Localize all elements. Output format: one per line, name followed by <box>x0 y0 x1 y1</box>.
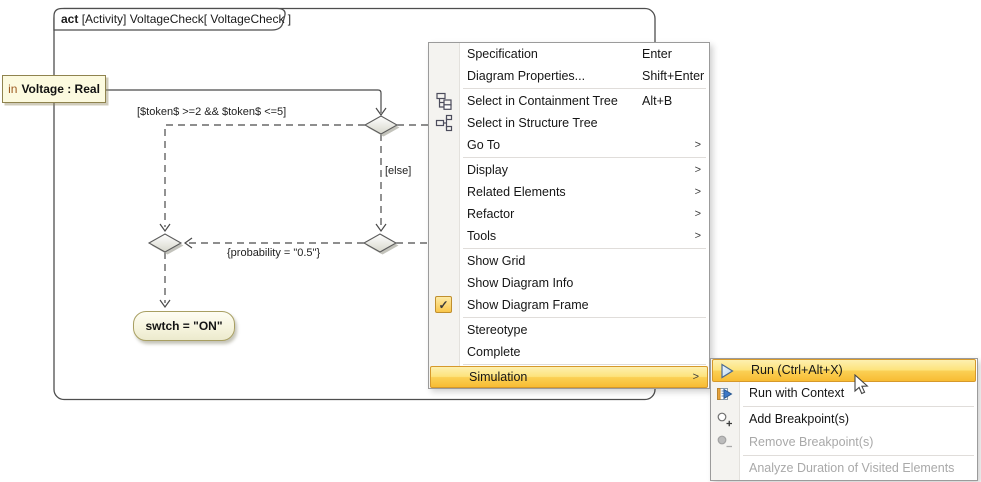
screenshot-root: act [Activity] VoltageCheck[ VoltageChec… <box>0 0 981 482</box>
activity-parameter-node[interactable]: in Voltage : Real <box>2 75 106 103</box>
menu-item-shortcut: Enter <box>642 43 672 65</box>
mouse-cursor <box>852 374 872 398</box>
menu-item-label: Add Breakpoint(s) <box>749 408 849 431</box>
menu-item-label: Related Elements <box>467 181 566 203</box>
submenu-item-analyze-duration: Analyze Duration of Visited Elements <box>711 457 977 480</box>
menu-item-label: Go To <box>467 134 500 156</box>
submenu-item-add-breakpoint[interactable]: Add Breakpoint(s) <box>711 408 977 431</box>
submenu-arrow-icon: > <box>693 367 699 387</box>
containment-tree-icon <box>435 92 453 110</box>
action-node[interactable]: swtch = "ON" <box>133 311 235 341</box>
diagram-tab-label: act [Activity] VoltageCheck[ VoltageChec… <box>61 12 291 26</box>
control-flow-edges[interactable] <box>165 125 429 303</box>
checked-checkmark-icon: ✓ <box>435 296 452 313</box>
menu-separator <box>743 406 974 407</box>
context-menu: Specification Enter Diagram Properties..… <box>428 42 710 389</box>
menu-item-label: Show Diagram Frame <box>467 294 589 316</box>
parameter-name: Voltage : Real <box>21 82 99 96</box>
menu-item-label: Analyze Duration of Visited Elements <box>749 457 954 480</box>
submenu-arrow-icon: > <box>695 181 701 203</box>
menu-item-label: Select in Containment Tree <box>467 90 618 112</box>
menu-item-label: Specification <box>467 43 538 65</box>
menu-item-tools[interactable]: Tools > <box>429 225 709 247</box>
menu-item-label: Refactor <box>467 203 514 225</box>
menu-item-label: Select in Structure Tree <box>467 112 598 134</box>
menu-item-simulation[interactable]: Simulation > <box>430 366 708 388</box>
menu-item-label: Run (Ctrl+Alt+X) <box>751 360 843 381</box>
menu-item-diagram-properties[interactable]: Diagram Properties... Shift+Enter <box>429 65 709 87</box>
probability-label: {probability = "0.5"} <box>227 247 320 259</box>
diagram-kind-keyword: act <box>61 12 78 26</box>
menu-item-label: Diagram Properties... <box>467 65 585 87</box>
menu-separator <box>463 88 706 89</box>
menu-separator <box>463 317 706 318</box>
submenu-item-run[interactable]: Run (Ctrl+Alt+X) <box>712 359 976 382</box>
menu-item-select-in-structure-tree[interactable]: Select in Structure Tree <box>429 112 709 134</box>
menu-separator <box>463 248 706 249</box>
add-breakpoint-icon <box>716 411 734 429</box>
menu-item-label: Remove Breakpoint(s) <box>749 431 873 454</box>
menu-item-related-elements[interactable]: Related Elements > <box>429 181 709 203</box>
remove-breakpoint-icon <box>716 434 734 452</box>
menu-separator <box>463 157 706 158</box>
guard-label: [$token$ >=2 && $token$ <=5] <box>137 106 286 118</box>
menu-item-show-diagram-frame[interactable]: ✓ Show Diagram Frame <box>429 294 709 316</box>
submenu-arrow-icon: > <box>695 159 701 181</box>
submenu-item-run-with-context[interactable]: Run with Context <box>711 382 977 405</box>
menu-item-complete[interactable]: Complete <box>429 341 709 363</box>
simulation-submenu: Run (Ctrl+Alt+X) Run with Context <box>710 358 978 481</box>
else-guard-label: [else] <box>385 165 411 177</box>
run-icon <box>718 362 736 380</box>
diagram-title: [Activity] VoltageCheck[ VoltageCheck ] <box>82 12 291 26</box>
action-label: swtch = "ON" <box>145 319 222 333</box>
menu-item-label: Simulation <box>469 367 527 387</box>
menu-item-label: Tools <box>467 225 496 247</box>
menu-item-show-diagram-info[interactable]: Show Diagram Info <box>429 272 709 294</box>
submenu-arrow-icon: > <box>695 203 701 225</box>
submenu-arrow-icon: > <box>695 134 701 156</box>
arrowheads <box>160 224 386 307</box>
menu-item-label: Complete <box>467 341 521 363</box>
menu-item-go-to[interactable]: Go To > <box>429 134 709 156</box>
menu-item-show-grid[interactable]: Show Grid <box>429 250 709 272</box>
submenu-arrow-icon: > <box>695 225 701 247</box>
menu-item-label: Display <box>467 159 508 181</box>
menu-item-select-in-containment-tree[interactable]: Select in Containment Tree Alt+B <box>429 90 709 112</box>
menu-item-shortcut: Shift+Enter <box>642 65 704 87</box>
decision-node-shadows <box>152 119 400 255</box>
menu-separator <box>743 455 974 456</box>
menu-item-label: Show Diagram Info <box>467 272 573 294</box>
menu-item-refactor[interactable]: Refactor > <box>429 203 709 225</box>
structure-tree-icon <box>435 114 453 132</box>
run-with-context-icon <box>716 385 734 403</box>
menu-item-label: Show Grid <box>467 250 525 272</box>
menu-separator <box>463 364 706 365</box>
menu-item-stereotype[interactable]: Stereotype <box>429 319 709 341</box>
menu-item-display[interactable]: Display > <box>429 159 709 181</box>
parameter-direction: in <box>8 82 17 96</box>
menu-item-label: Run with Context <box>749 382 844 405</box>
menu-item-label: Stereotype <box>467 319 527 341</box>
menu-item-specification[interactable]: Specification Enter <box>429 43 709 65</box>
menu-item-shortcut: Alt+B <box>642 90 672 112</box>
submenu-item-remove-breakpoint: Remove Breakpoint(s) <box>711 431 977 454</box>
